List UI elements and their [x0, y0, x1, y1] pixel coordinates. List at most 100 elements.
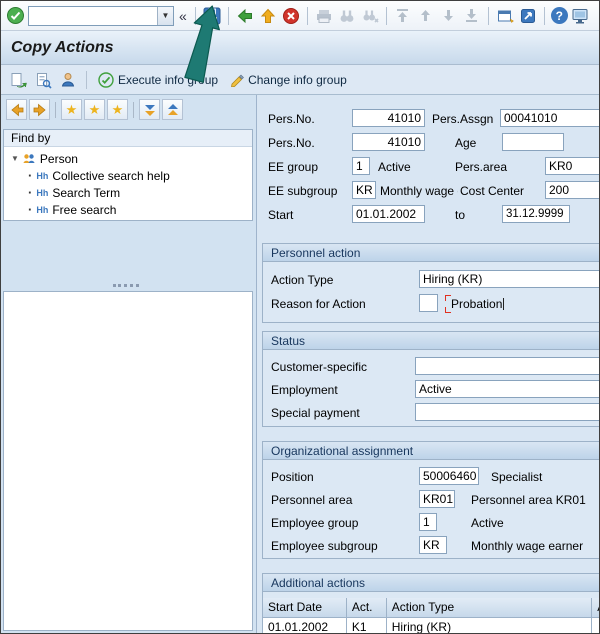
personnel-area-text: Personnel area KR01 — [471, 493, 586, 507]
employee-subgroup-text: Monthly wage earner — [471, 539, 584, 553]
print-icon[interactable] — [314, 6, 334, 26]
section-title: Status — [263, 332, 599, 350]
text-caret — [503, 298, 505, 310]
field-label: Employment — [271, 383, 338, 397]
field-label: Age — [455, 136, 477, 150]
page-down-icon[interactable] — [439, 6, 459, 26]
back-icon[interactable] — [235, 6, 255, 26]
sort-ascending-icon[interactable] — [162, 99, 183, 120]
sort-descending-icon[interactable] — [139, 99, 160, 120]
search-help-icon: Hh — [36, 187, 49, 198]
position-field[interactable]: 50006460 — [419, 467, 479, 485]
ee-group-field[interactable]: 1 — [352, 157, 370, 175]
additional-actions-table: Start Date Act. Action Type A 01.01.2002… — [263, 598, 599, 633]
field-label: Reason for Action — [271, 297, 366, 311]
toolbar-separator — [487, 6, 489, 25]
splitter-handle[interactable] — [113, 284, 139, 287]
field-label: Pers.Assgn — [432, 112, 494, 126]
persno-field[interactable]: 41010 — [352, 109, 425, 127]
start-date-field[interactable]: 01.01.2002 — [352, 205, 425, 223]
form-panel: Pers.No. 41010 Pers.Assgn 00041010 Pers.… — [258, 95, 599, 633]
nav-back-icon[interactable] — [6, 99, 27, 120]
command-dropdown-icon[interactable]: ▼ — [157, 6, 173, 25]
find-by-header: Find by — [4, 130, 252, 147]
cost-center-field[interactable]: 200 — [545, 181, 599, 199]
new-session-icon[interactable] — [495, 6, 515, 26]
column-header-act[interactable]: Act. — [346, 598, 387, 618]
bullet-icon: · — [28, 185, 33, 200]
display-document-icon[interactable] — [33, 70, 53, 90]
customer-specific-field[interactable] — [415, 357, 599, 375]
help-icon[interactable]: ? — [550, 7, 568, 24]
find-icon[interactable] — [337, 6, 357, 26]
column-header-a[interactable]: A — [592, 598, 599, 618]
toolbar-separator — [543, 6, 545, 25]
tree-node-label: Person — [39, 151, 78, 166]
exit-icon[interactable] — [258, 6, 278, 26]
cell-action-type: Hiring (KR) — [386, 618, 593, 633]
table-row[interactable]: 01.01.2002 K1 Hiring (KR) — [263, 618, 599, 633]
change-info-group-button[interactable]: Change info group — [226, 70, 350, 89]
header-row-5: Start 01.01.2002 to 31.12.9999 — [258, 205, 599, 225]
reason-text: Probation — [451, 297, 503, 311]
cancel-icon[interactable] — [281, 6, 301, 26]
employee-group-field[interactable]: 1 — [419, 513, 437, 531]
execute-info-group-button[interactable]: Execute info group — [95, 70, 221, 90]
employment-field[interactable]: Active — [415, 380, 599, 398]
tree-node-person[interactable]: ▼ Person — [4, 150, 252, 167]
header-row-3: EE group 1 Active Pers.area KR0 — [258, 157, 599, 177]
field-label: Position — [271, 470, 314, 484]
age-field[interactable] — [502, 133, 564, 151]
save-icon[interactable] — [202, 6, 222, 26]
persassgn-field[interactable]: 00041010 — [500, 109, 599, 127]
command-field-wrap: ▼ — [28, 5, 174, 26]
copy-document-icon[interactable] — [8, 70, 28, 90]
person-search-icon[interactable] — [58, 70, 78, 90]
toolbar-separator — [227, 6, 229, 25]
action-type-field[interactable]: Hiring (KR) — [419, 270, 599, 288]
section-additional-actions: Additional actions Start Date Act. Actio… — [262, 573, 599, 633]
first-page-icon[interactable] — [393, 6, 413, 26]
create-shortcut-icon[interactable] — [518, 6, 538, 26]
table-header-row: Start Date Act. Action Type A — [263, 598, 599, 618]
pers-area-field[interactable]: KR0 — [545, 157, 599, 175]
field-label: Employee group — [271, 516, 359, 530]
person-group-icon — [23, 153, 35, 163]
tree-item-search-term[interactable]: · Hh Search Term — [4, 184, 252, 201]
navigation-toolbar: ★ ★ ★ — [6, 99, 183, 120]
header-row-1: Pers.No. 41010 Pers.Assgn 00041010 — [258, 109, 599, 129]
customize-layout-icon[interactable] — [571, 6, 591, 26]
ee-subgroup-field[interactable]: KR — [352, 181, 376, 199]
favorites-list-icon[interactable]: ★ — [107, 99, 128, 120]
ee-subgroup-text: Monthly wage ear — [380, 184, 458, 198]
tree-item-free-search[interactable]: · Hh Free search — [4, 201, 252, 218]
persno2-field[interactable]: 41010 — [352, 133, 425, 151]
find-next-icon[interactable] — [360, 6, 380, 26]
personnel-area-field[interactable]: KR01 — [419, 490, 455, 508]
find-by-box: Find by ▼ Person · Hh Collective search … — [3, 129, 253, 221]
column-header-start-date[interactable]: Start Date — [263, 598, 347, 618]
page-up-icon[interactable] — [416, 6, 436, 26]
add-favorite-icon[interactable]: ★ — [61, 99, 82, 120]
employee-subgroup-field[interactable]: KR — [419, 536, 447, 554]
toolbar-separator — [55, 101, 56, 118]
cell-act: K1 — [346, 618, 387, 633]
enter-icon[interactable] — [5, 6, 25, 26]
reason-for-action-field[interactable] — [419, 294, 438, 312]
bullet-icon: · — [28, 202, 33, 217]
search-help-icon: Hh — [36, 170, 49, 181]
command-field[interactable] — [29, 6, 157, 25]
end-date-field[interactable]: 31.12.9999 — [502, 205, 570, 223]
tree-item-collective-search-help[interactable]: · Hh Collective search help — [4, 167, 252, 184]
last-page-icon[interactable] — [462, 6, 482, 26]
collapse-icon[interactable]: « — [177, 8, 189, 24]
section-title: Additional actions — [263, 574, 599, 592]
nav-forward-icon[interactable] — [29, 99, 50, 120]
field-label: Cost Center — [460, 184, 525, 198]
special-payment-field[interactable] — [415, 403, 599, 421]
column-header-action-type[interactable]: Action Type — [386, 598, 593, 618]
section-title: Organizational assignment — [263, 442, 599, 460]
section-personnel-action: Personnel action Action Type Hiring (KR)… — [262, 243, 599, 323]
favorites-icon[interactable]: ★ — [84, 99, 105, 120]
expander-icon[interactable]: ▼ — [11, 154, 19, 163]
